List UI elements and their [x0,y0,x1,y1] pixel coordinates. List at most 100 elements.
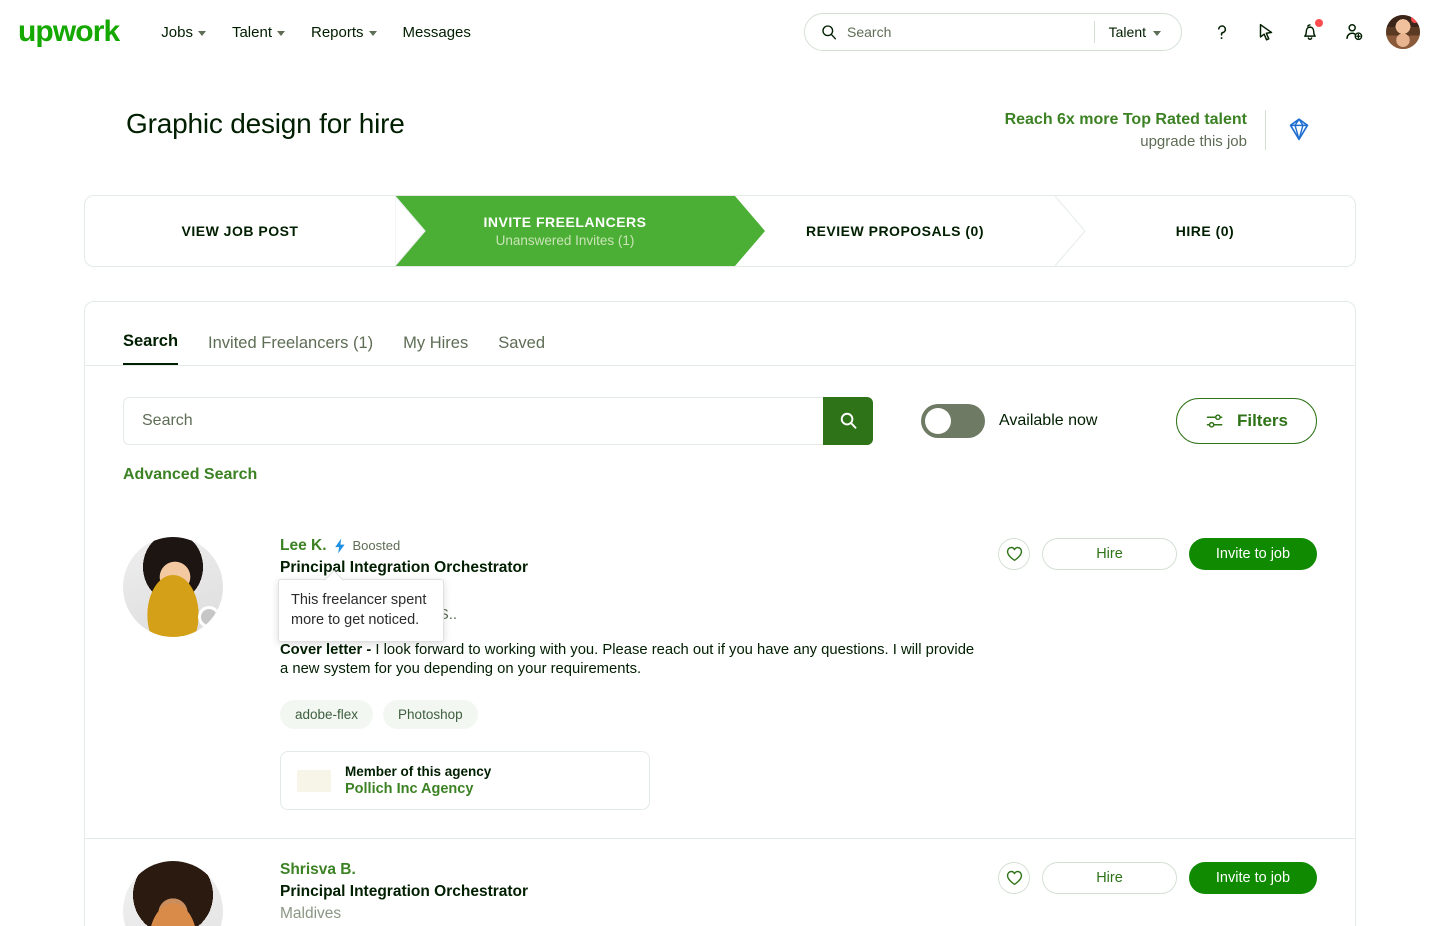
talent-search-box [123,397,873,445]
nav-item-messages[interactable]: Messages [403,24,471,41]
boosted-label: Boosted [353,538,401,553]
chevron-down-icon [1153,31,1161,36]
freelancer-details: Shrisva B. Principal Integration Orchest… [280,861,982,926]
page-content: Graphic design for hire Reach 6x more To… [0,64,1440,926]
freelancer-card-inner: Shrisva B. Principal Integration Orchest… [123,839,1317,926]
avatar[interactable] [123,861,223,926]
nav-item-reports[interactable]: Reports [311,24,377,41]
freelancer-results-list: Lee K. Boosted Principal Integration Orc… [85,515,1355,926]
step-hire-label: HIRE (0) [1176,223,1234,239]
panel-tabs: Search Invited Freelancers (1) My Hires … [85,302,1355,366]
step-hire[interactable]: HIRE (0) [1055,196,1355,266]
hire-button[interactable]: Hire [1042,538,1177,570]
filter-sliders-icon [1205,411,1225,431]
global-search-box[interactable]: Talent [804,13,1182,51]
freelancer-actions: Hire Invite to job [998,861,1317,926]
lightning-bolt-icon [333,538,347,554]
freelancer-card: Shrisva B. Principal Integration Orchest… [85,838,1355,926]
freelancer-card: Lee K. Boosted Principal Integration Orc… [85,515,1355,838]
agency-logo [297,770,331,792]
tab-my-hires[interactable]: My Hires [403,334,468,365]
avatar-badge [1411,15,1419,23]
nav-item-talent[interactable]: Talent [232,24,285,41]
upgrade-text-group: Reach 6x more Top Rated talent upgrade t… [1005,108,1247,153]
tab-search[interactable]: Search [123,332,178,365]
agency-heading: Member of this agency [345,764,491,779]
cursor-icon[interactable] [1254,20,1278,44]
chevron-down-icon [369,31,377,36]
freelancer-location: Maldives [280,905,982,923]
invite-to-job-button[interactable]: Invite to job [1189,862,1317,894]
user-avatar[interactable] [1386,15,1420,49]
nav-search-area: Talent [804,13,1420,51]
step-invite-freelancers[interactable]: INVITE FREELANCERS Unanswered Invites (1… [395,196,735,266]
step-invite-freelancers-label: INVITE FREELANCERS [483,214,646,230]
upgrade-headline[interactable]: Reach 6x more Top Rated talent [1005,108,1247,131]
advanced-search-link[interactable]: Advanced Search [123,466,257,484]
freelancer-name[interactable]: Lee K. [280,537,327,555]
nav-icon-group [1210,15,1420,49]
global-search-input[interactable] [847,24,1092,40]
cursor-icon-glyph [1255,21,1277,43]
freelancer-name[interactable]: Shrisva B. [280,861,356,879]
step-view-job-post-label: VIEW JOB POST [182,223,299,239]
search-scope-dropdown[interactable]: Talent [1097,24,1177,40]
skill-tag[interactable]: Photoshop [383,700,478,729]
nav-item-talent-label: Talent [232,24,272,41]
heart-icon [1006,546,1023,562]
top-navigation-bar: upwork Jobs Talent Reports Messages Ta [0,0,1440,64]
heart-icon [1006,870,1023,886]
search-divider [1094,21,1095,43]
divider [1265,110,1266,150]
filters-button[interactable]: Filters [1176,398,1317,444]
nav-item-jobs[interactable]: Jobs [161,24,206,41]
talent-search-panel: Search Invited Freelancers (1) My Hires … [84,301,1356,926]
freelancer-card-inner: Lee K. Boosted Principal Integration Orc… [123,515,1317,838]
upgrade-job-banner: Reach 6x more Top Rated talent upgrade t… [1005,108,1314,153]
step-review-proposals[interactable]: REVIEW PROPOSALS (0) [735,196,1055,266]
agency-text-group: Member of this agency Pollich Inc Agency [345,764,491,797]
freelancer-title: Principal Integration Orchestrator [280,559,982,577]
search-icon [821,24,837,40]
upwork-logo[interactable]: upwork [18,17,119,47]
invite-user-icon[interactable] [1342,20,1366,44]
talent-search-controls: Available now Filters [85,366,1355,445]
chevron-down-icon [198,31,206,36]
step-review-proposals-label: REVIEW PROPOSALS (0) [806,223,984,239]
nav-item-messages-label: Messages [403,24,471,41]
available-now-toggle[interactable] [921,404,985,438]
job-progress-stepper: VIEW JOB POST INVITE FREELANCERS Unanswe… [84,195,1356,267]
help-icon[interactable] [1210,20,1234,44]
hire-button[interactable]: Hire [1042,862,1177,894]
step-invite-freelancers-sub: Unanswered Invites (1) [496,233,635,248]
freelancer-name-row: Shrisva B. [280,861,982,879]
talent-search-input[interactable] [123,397,823,445]
save-freelancer-button[interactable] [998,538,1030,570]
search-scope-label: Talent [1109,24,1146,40]
avatar[interactable] [123,537,223,637]
diamond-icon[interactable] [1284,115,1314,145]
invite-to-job-button[interactable]: Invite to job [1189,538,1317,570]
nav-item-reports-label: Reports [311,24,364,41]
agency-membership-box[interactable]: Member of this agency Pollich Inc Agency [280,751,650,810]
primary-nav-links: Jobs Talent Reports Messages [161,24,471,41]
page-header-row: Graphic design for hire Reach 6x more To… [126,64,1314,153]
tab-invited-freelancers[interactable]: Invited Freelancers (1) [208,334,373,365]
filters-button-label: Filters [1237,411,1288,431]
step-view-job-post[interactable]: VIEW JOB POST [85,196,395,266]
talent-search-submit-button[interactable] [823,397,873,445]
upgrade-link[interactable]: upgrade this job [1005,131,1247,153]
toggle-knob [925,408,951,434]
notification-badge [1315,19,1323,27]
skill-tag[interactable]: adobe-flex [280,700,373,729]
search-icon [839,411,858,430]
freelancer-title: Principal Integration Orchestrator [280,883,982,901]
cover-letter-label: Cover letter - [280,642,371,658]
nav-item-jobs-label: Jobs [161,24,193,41]
agency-name[interactable]: Pollich Inc Agency [345,781,491,797]
save-freelancer-button[interactable] [998,862,1030,894]
freelancer-actions: Hire Invite to job [998,537,1317,810]
notifications-icon[interactable] [1298,20,1322,44]
tab-saved[interactable]: Saved [498,334,545,365]
skill-tags: adobe-flex Photoshop [280,700,982,729]
